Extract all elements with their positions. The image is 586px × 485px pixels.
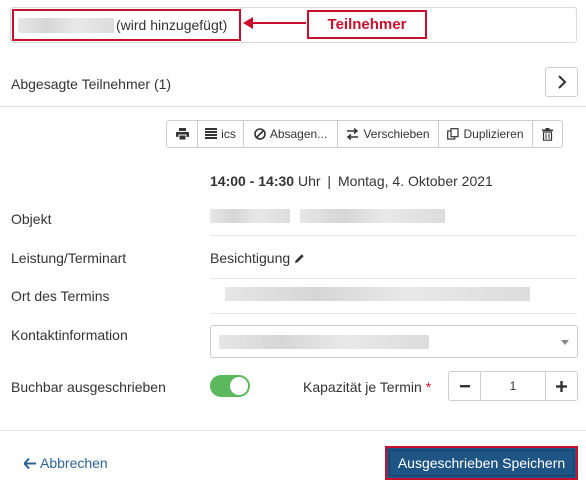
service-value: Besichtigung	[210, 250, 305, 266]
ics-label: ics	[221, 127, 236, 141]
canceled-participants-row: Abgesagte Teilnehmer (1)	[0, 61, 586, 107]
time-separator: |	[327, 173, 332, 189]
object-value-redacted	[210, 209, 445, 223]
duplicate-label: Duplizieren	[463, 127, 524, 141]
capacity-label-text: Kapazität je Termin	[303, 379, 422, 395]
capacity-label: Kapazität je Termin *	[303, 379, 431, 395]
copy-icon	[447, 128, 460, 140]
row-divider	[210, 313, 577, 314]
appointment-date: Montag, 4. Oktober 2021	[337, 173, 493, 189]
minus-icon	[459, 385, 470, 388]
pencil-icon[interactable]	[294, 253, 305, 264]
increment-button[interactable]	[545, 371, 578, 401]
contact-select[interactable]	[210, 325, 578, 358]
cancel-link[interactable]: Abbrechen	[24, 455, 108, 471]
expand-canceled-button[interactable]	[545, 67, 578, 97]
contact-label: Kontaktinformation	[11, 327, 128, 343]
object-label: Objekt	[11, 211, 52, 227]
capacity-input[interactable]: 1	[481, 371, 545, 401]
cancel-appointment-button[interactable]: Absagen...	[243, 120, 338, 148]
reschedule-button[interactable]: Verschieben	[337, 120, 439, 148]
cancel-link-label: Abbrechen	[40, 455, 108, 471]
chevron-down-icon	[561, 340, 569, 345]
bookable-label: Buchbar ausgeschrieben	[11, 379, 166, 395]
delete-button[interactable]	[532, 120, 563, 148]
time-unit: Uhr	[297, 173, 321, 189]
redacted-block	[300, 209, 445, 223]
toggle-knob	[230, 377, 248, 395]
annotation-arrow-head	[243, 17, 253, 29]
save-highlight: Ausgeschrieben Speichern	[385, 446, 578, 480]
chevron-right-icon	[557, 75, 566, 89]
time-range: 14:00 - 14:30	[210, 173, 295, 189]
service-text: Besichtigung	[210, 250, 291, 266]
required-marker: *	[425, 379, 432, 395]
capacity-stepper: 1	[448, 371, 578, 401]
reschedule-label: Verschieben	[363, 127, 430, 141]
ics-button[interactable]: ics	[197, 120, 244, 148]
print-button[interactable]	[166, 120, 198, 148]
redacted-block	[210, 209, 290, 223]
canceled-participants-label: Abgesagte Teilnehmer (1)	[11, 76, 172, 92]
decrement-button[interactable]	[448, 371, 481, 401]
ban-icon	[254, 128, 266, 140]
trash-icon	[542, 127, 553, 141]
calendar-list-icon	[205, 128, 218, 139]
print-icon	[175, 128, 189, 140]
row-divider	[210, 278, 577, 279]
redacted-name	[18, 17, 114, 33]
plus-icon	[556, 380, 567, 392]
participant-highlight[interactable]: (wird hinzugefügt)	[12, 9, 241, 41]
arrow-left-icon	[24, 457, 36, 469]
duplicate-button[interactable]: Duplizieren	[438, 120, 533, 148]
cancel-appointment-label: Absagen...	[269, 127, 328, 141]
location-label: Ort des Termins	[11, 288, 110, 304]
participant-hint: (wird hinzugefügt)	[116, 17, 228, 33]
service-label: Leistung/Terminart	[11, 250, 127, 266]
bookable-toggle[interactable]	[210, 375, 250, 397]
redacted-block	[225, 287, 530, 301]
appointment-time: 14:00 - 14:30 Uhr | Montag, 4. Oktober 2…	[210, 173, 493, 189]
annotation-label: Teilnehmer	[307, 10, 427, 39]
redacted-block	[219, 335, 429, 349]
footer-divider	[0, 430, 586, 431]
row-divider	[210, 235, 577, 236]
appointment-toolbar: ics Absagen... Verschieben Duplizieren	[166, 120, 563, 148]
annotation-arrow	[250, 22, 306, 24]
save-button[interactable]: Ausgeschrieben Speichern	[389, 450, 574, 476]
exchange-icon	[347, 128, 359, 140]
location-value-redacted	[225, 287, 530, 304]
